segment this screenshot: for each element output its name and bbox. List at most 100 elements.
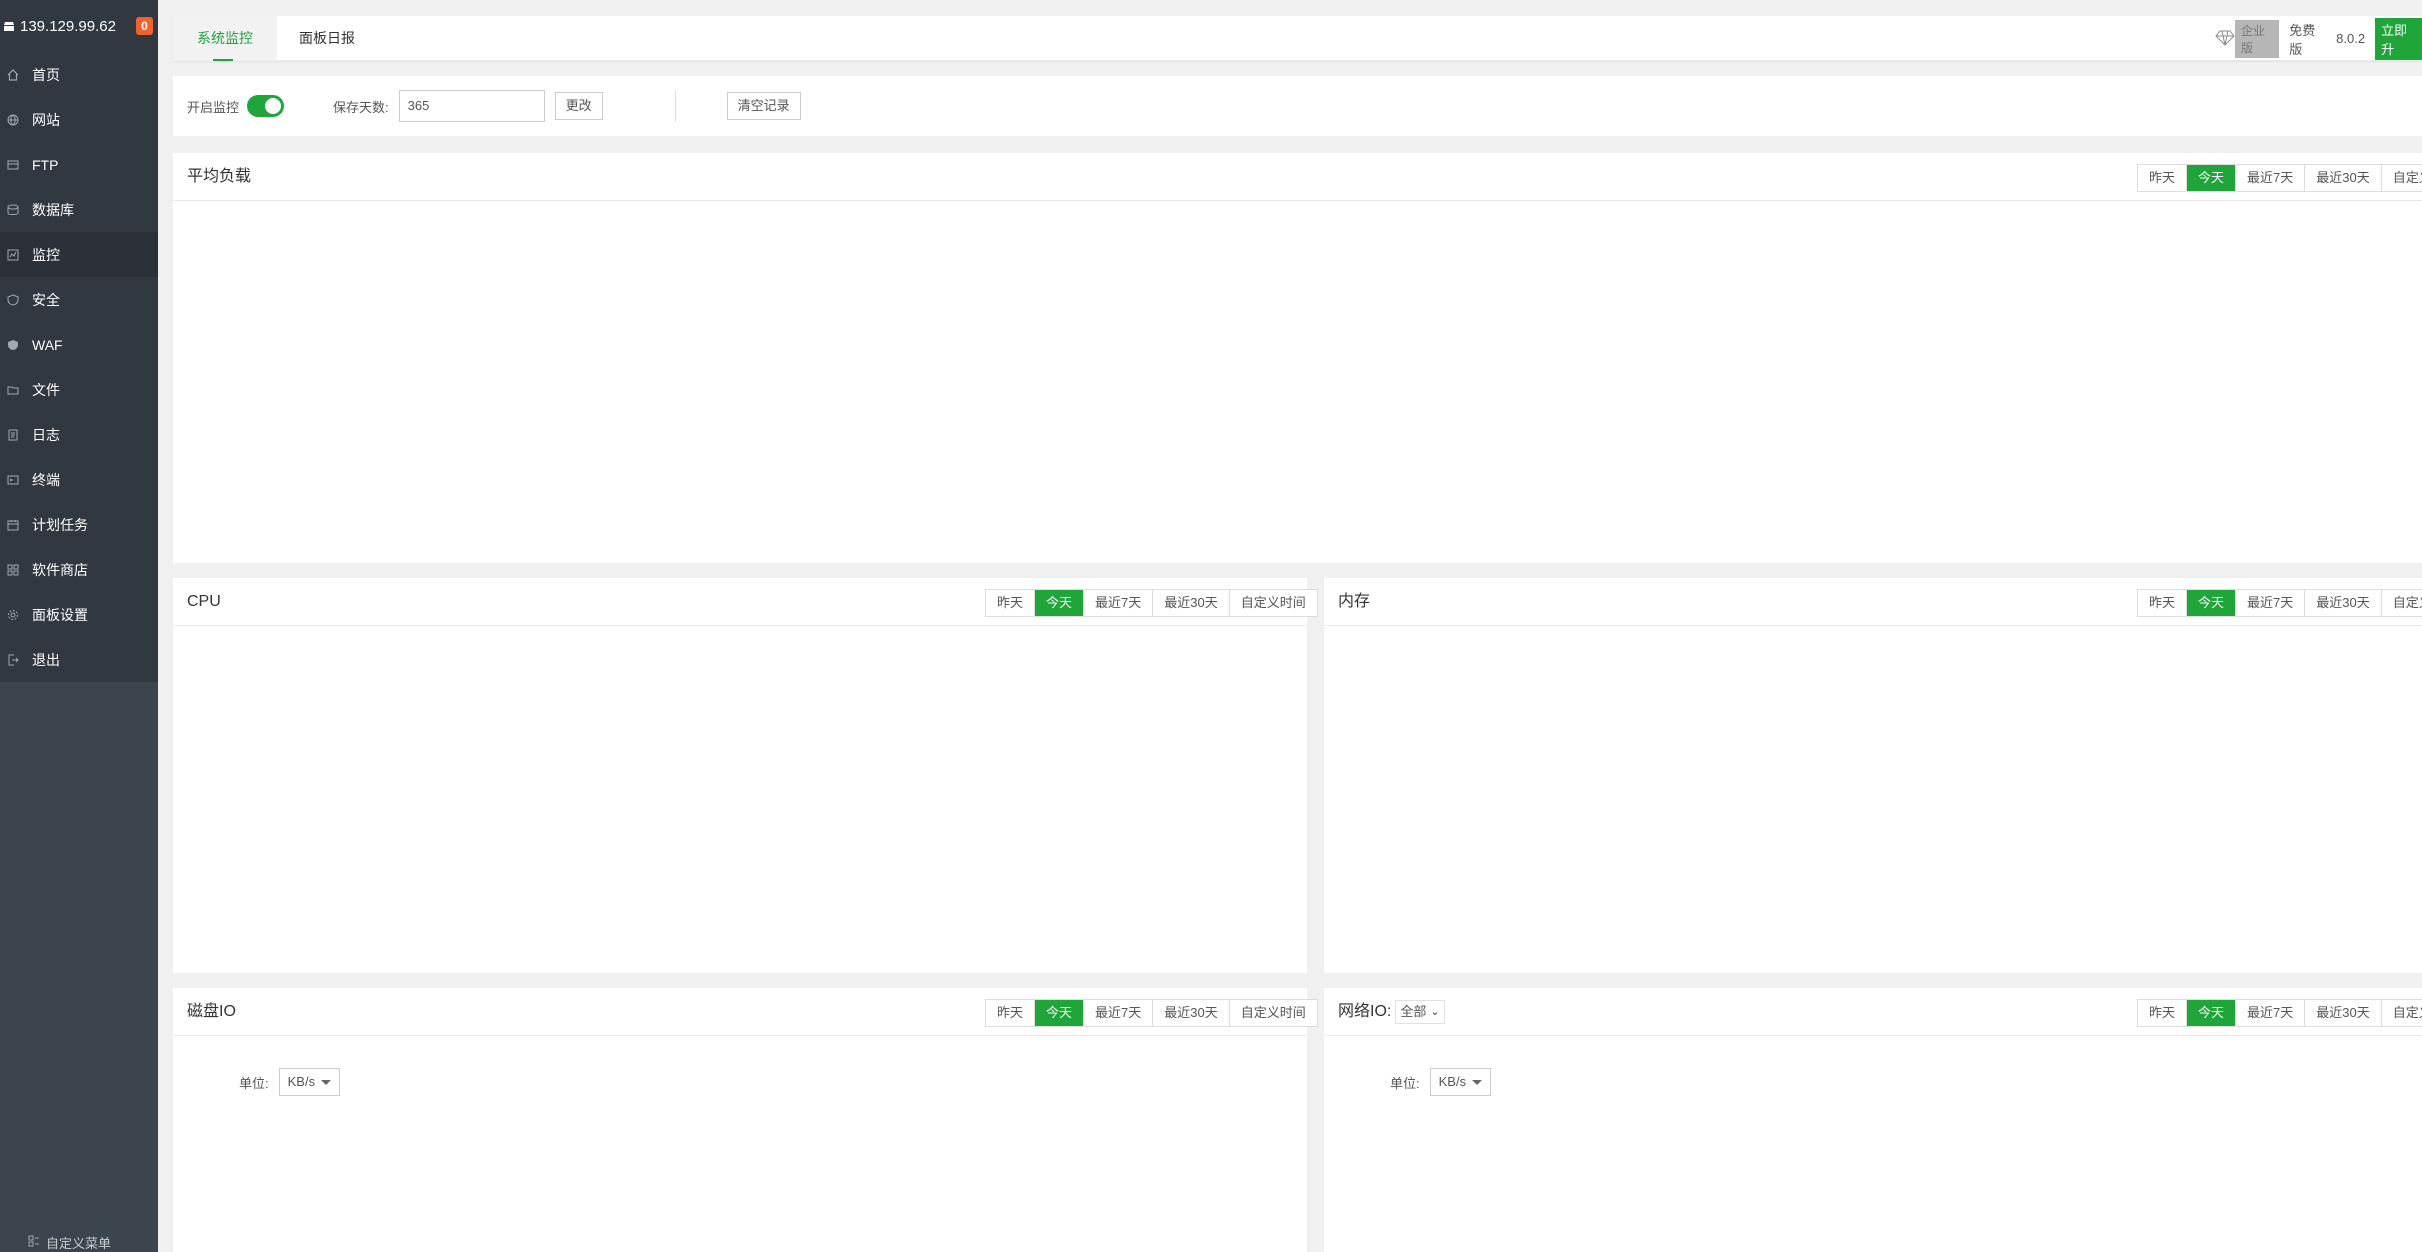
panel-title: 网络IO: 全部 ⌄ — [1338, 988, 1445, 1036]
custom-menu-link[interactable]: 自定义菜单 — [28, 1233, 111, 1252]
unit-select[interactable]: KB/s — [278, 1068, 341, 1096]
range-last-7-days[interactable]: 最近7天 — [2236, 165, 2306, 191]
sidebar: 139.129.99.62 0 首页 网站 FTP 数据库 监控 安全 WAF … — [0, 0, 158, 1252]
range-yesterday[interactable]: 昨天 — [2138, 1000, 2188, 1026]
panel-title: CPU — [187, 593, 221, 610]
server-ip: 139.129.99.62 — [20, 17, 116, 35]
toggle-knob — [265, 98, 282, 114]
unit-value: KB/s — [1438, 1074, 1467, 1089]
ftp-icon — [6, 158, 20, 172]
message-count-badge[interactable]: 0 — [135, 17, 153, 35]
unit-select[interactable]: KB/s — [1429, 1068, 1492, 1096]
home-icon — [6, 68, 20, 82]
sidebar-item-logout[interactable]: 退出 — [0, 637, 158, 682]
server-header: 139.129.99.62 0 — [0, 0, 158, 52]
time-range-selector: 昨天 今天 最近7天 最近30天 自定义时间 — [985, 999, 1318, 1027]
range-last-30-days[interactable]: 最近30天 — [2305, 165, 2382, 191]
time-range-selector: 昨天 今天 最近7天 最近30天 自定义时 — [2137, 164, 2422, 192]
monitor-toggle[interactable] — [247, 95, 285, 117]
panel-header: CPU 昨天 今天 最近7天 最近30天 自定义时间 — [173, 578, 1318, 626]
sidebar-item-waf[interactable]: WAF — [0, 322, 158, 367]
sidebar-item-label: 计划任务 — [32, 516, 88, 533]
caret-down-icon — [1472, 1079, 1483, 1085]
sidebar-item-terminal[interactable]: 终端 — [0, 457, 158, 502]
logout-icon — [6, 653, 20, 667]
time-range-selector: 昨天 今天 最近7天 最近30天 自定义时 — [2137, 589, 2422, 617]
sidebar-item-monitor[interactable]: 监控 — [0, 232, 158, 277]
divider — [674, 90, 676, 122]
range-custom[interactable]: 自定义时间 — [1229, 590, 1317, 616]
custom-menu-label: 自定义菜单 — [46, 1236, 112, 1251]
log-icon — [6, 428, 20, 442]
range-today[interactable]: 今天 — [1035, 590, 1085, 616]
panel-header: 平均负载 昨天 今天 最近7天 最近30天 自定义时 — [173, 153, 2422, 201]
chevron-down-icon: ⌄ — [1430, 1005, 1440, 1018]
network-filter-value: 全部 — [1400, 1003, 1427, 1019]
range-last-7-days[interactable]: 最近7天 — [1084, 1000, 1154, 1026]
sidebar-item-label: 文件 — [32, 381, 60, 398]
range-custom[interactable]: 自定义时 — [2381, 165, 2422, 191]
diamond-icon — [2215, 30, 2235, 48]
sidebar-item-home[interactable]: 首页 — [0, 52, 158, 97]
range-last-30-days[interactable]: 最近30天 — [2305, 1000, 2382, 1026]
range-yesterday[interactable]: 昨天 — [2138, 165, 2188, 191]
sidebar-item-files[interactable]: 文件 — [0, 367, 158, 412]
terminal-icon — [6, 473, 20, 487]
sidebar-item-label: 安全 — [32, 291, 60, 308]
range-today[interactable]: 今天 — [1035, 1000, 1085, 1026]
sidebar-item-database[interactable]: 数据库 — [0, 187, 158, 232]
top-tab-bar: 系统监控 面板日报 企业版 免费版 8.0.2 立即升 — [173, 16, 2422, 61]
enterprise-badge[interactable]: 企业版 — [2235, 19, 2280, 58]
range-today[interactable]: 今天 — [2187, 590, 2237, 616]
clear-records-button[interactable]: 清空记录 — [726, 92, 801, 120]
sidebar-item-label: 面板设置 — [32, 606, 88, 623]
version-number: 8.0.2 — [2336, 31, 2366, 46]
sidebar-item-label: 网站 — [32, 111, 60, 128]
range-last-7-days[interactable]: 最近7天 — [1084, 590, 1154, 616]
monitor-icon — [6, 248, 20, 262]
monitor-toggle-label: 开启监控 — [187, 99, 240, 115]
range-last-30-days[interactable]: 最近30天 — [1153, 590, 1230, 616]
range-custom[interactable]: 自定义时 — [2381, 590, 2422, 616]
tab-system-monitor[interactable]: 系统监控 — [173, 16, 277, 61]
free-edition-label: 免费版 — [2289, 22, 2316, 57]
range-today[interactable]: 今天 — [2187, 165, 2237, 191]
range-custom[interactable]: 自定义时间 — [1229, 1000, 1317, 1026]
range-yesterday[interactable]: 昨天 — [986, 1000, 1036, 1026]
sidebar-item-ftp[interactable]: FTP — [0, 142, 158, 187]
range-custom[interactable]: 自定义时 — [2381, 1000, 2422, 1026]
range-last-7-days[interactable]: 最近7天 — [2236, 590, 2306, 616]
panel-title: 平均负载 — [187, 168, 252, 185]
range-last-30-days[interactable]: 最近30天 — [2305, 590, 2382, 616]
memory-panel: 内存 昨天 今天 最近7天 最近30天 自定义时 — [1324, 578, 2422, 973]
unit-row: 单位: KB/s — [1390, 1068, 1492, 1096]
range-yesterday[interactable]: 昨天 — [2138, 590, 2188, 616]
version-area: 企业版 免费版 8.0.2 立即升 — [2215, 16, 2422, 61]
tab-panel-daily-report[interactable]: 面板日报 — [275, 16, 379, 61]
sidebar-item-security[interactable]: 安全 — [0, 277, 158, 322]
network-interface-select[interactable]: 全部 ⌄ — [1395, 999, 1445, 1024]
sidebar-item-label: 首页 — [32, 66, 60, 83]
sidebar-item-logs[interactable]: 日志 — [0, 412, 158, 457]
folder-icon — [6, 383, 20, 397]
panel-title: 磁盘IO — [187, 1003, 236, 1020]
sidebar-item-website[interactable]: 网站 — [0, 97, 158, 142]
sidebar-item-store[interactable]: 软件商店 — [0, 547, 158, 592]
sidebar-item-label: FTP — [32, 156, 59, 173]
sidebar-item-settings[interactable]: 面板设置 — [0, 592, 158, 637]
sidebar-item-cron[interactable]: 计划任务 — [0, 502, 158, 547]
range-yesterday[interactable]: 昨天 — [986, 590, 1036, 616]
panel-title: 内存 — [1338, 593, 1371, 610]
cpu-panel: CPU 昨天 今天 最近7天 最近30天 自定义时间 — [173, 578, 1318, 973]
gear-icon — [6, 608, 20, 622]
retention-days-label: 保存天数: — [333, 99, 389, 115]
network-io-panel: 网络IO:全部⌄ 昨天 今天 最近7天 最近30天 自定义时 单位: KB/s — [1324, 988, 2422, 1252]
sidebar-item-label: 软件商店 — [32, 561, 88, 578]
change-button[interactable]: 更改 — [554, 92, 603, 120]
upgrade-button[interactable]: 立即升 — [2375, 17, 2422, 60]
range-last-7-days[interactable]: 最近7天 — [2236, 1000, 2306, 1026]
shield-icon — [6, 293, 20, 307]
range-last-30-days[interactable]: 最近30天 — [1153, 1000, 1230, 1026]
range-today[interactable]: 今天 — [2187, 1000, 2237, 1026]
retention-days-input[interactable]: 365 — [398, 90, 545, 122]
